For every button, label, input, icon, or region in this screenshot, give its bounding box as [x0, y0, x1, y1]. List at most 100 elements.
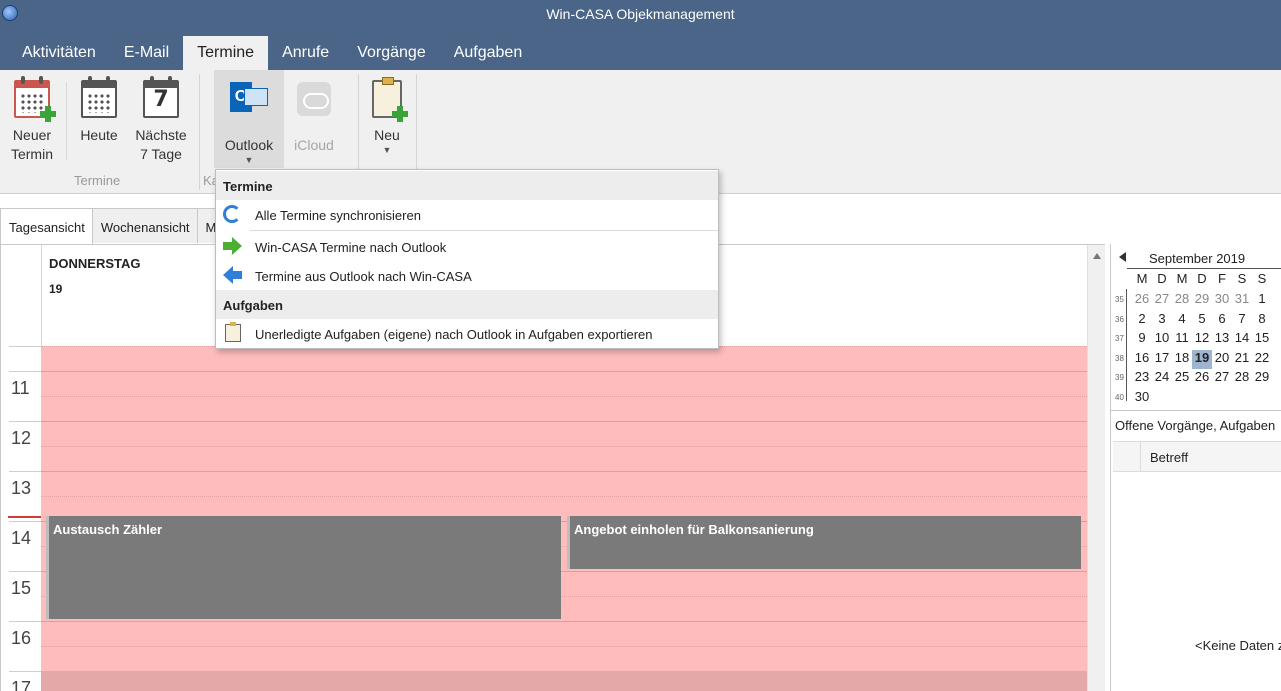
icloud-label: iCloud	[294, 137, 334, 153]
mini-calendar-day[interactable]: 21	[1232, 350, 1252, 369]
hour-divider	[9, 421, 41, 422]
time-column: 11 12 13 14 15 16 17	[1, 346, 41, 691]
group-label-termine: Termine	[74, 173, 121, 188]
mini-calendar-day[interactable]: 2	[1132, 311, 1152, 330]
mini-calendar-day[interactable]: 25	[1172, 369, 1192, 388]
mini-calendar-day[interactable]: 17	[1152, 350, 1172, 369]
mini-calendar-day[interactable]: 23	[1132, 369, 1152, 388]
mini-calendar-day[interactable]: 16	[1132, 350, 1152, 369]
next-7-days-button[interactable]: 7 Nächste 7 Tage	[132, 76, 190, 164]
tab-week-view[interactable]: Wochenansicht	[91, 208, 198, 243]
previous-month-icon[interactable]	[1119, 252, 1126, 262]
mini-calendar-day[interactable]: 29	[1252, 369, 1272, 388]
icloud-icon	[297, 82, 331, 116]
mini-calendar-day[interactable]: 19	[1192, 349, 1212, 369]
calendar-grid-icon	[79, 76, 119, 120]
new-calendar-icon	[12, 76, 56, 122]
time-slots[interactable]: Austausch Zähler Angebot einholen für Ba…	[41, 346, 1087, 691]
mini-calendar-header: September 2019	[1111, 249, 1281, 269]
hour-label: 14	[11, 528, 32, 548]
new-appointment-label: Neuer Termin	[10, 127, 53, 162]
tab-day-view[interactable]: Tagesansicht	[0, 208, 93, 244]
tab-anrufe[interactable]: Anrufe	[268, 36, 343, 70]
mini-calendar-day[interactable]: 24	[1152, 369, 1172, 388]
mini-calendar-day[interactable]: 26	[1192, 369, 1212, 388]
outlook-button[interactable]: O Outlook ▼	[214, 70, 284, 168]
appointment-card[interactable]: Austausch Zähler	[46, 516, 561, 619]
next-7-days-label: Nächste 7 Tage	[135, 127, 187, 162]
today-button[interactable]: Heute	[74, 76, 124, 145]
mini-calendar-day[interactable]: 20	[1212, 350, 1232, 369]
view-tabs: Tagesansicht Wochenansicht M	[0, 208, 227, 244]
menu-divider	[250, 230, 718, 231]
menu-item-sync-all[interactable]: Alle Termine synchronisieren	[216, 201, 718, 228]
window-title: Win-CASA Objekmanagement	[546, 6, 735, 22]
mini-calendar-day[interactable]: 7	[1232, 311, 1252, 330]
mini-calendar-day[interactable]: 1	[1252, 291, 1272, 310]
menu-section-aufgaben: Aufgaben	[216, 290, 718, 319]
mini-calendar-day[interactable]: 18	[1172, 350, 1192, 369]
weekday-label: S	[1257, 271, 1267, 286]
mini-calendar-divider	[1127, 268, 1281, 269]
mini-calendar-day[interactable]: 30	[1132, 389, 1152, 408]
mini-calendar-weekdays: M D M D F S S	[1132, 271, 1272, 286]
mini-calendar-day[interactable]: 5	[1192, 311, 1212, 330]
tab-vorgaenge[interactable]: Vorgänge	[343, 36, 440, 70]
column-header-betreff[interactable]: Betreff	[1150, 450, 1188, 465]
new-appointment-button[interactable]: Neuer Termin	[6, 76, 58, 164]
mini-calendar-day[interactable]: 13	[1212, 330, 1232, 349]
mini-calendar-day[interactable]: 15	[1252, 330, 1272, 349]
tab-aufgaben[interactable]: Aufgaben	[440, 36, 537, 70]
mini-calendar-day[interactable]: 11	[1172, 330, 1192, 349]
weekday-label: M	[1136, 271, 1148, 286]
menu-item-export-tasks[interactable]: Unerledigte Aufgaben (eigene) nach Outlo…	[216, 320, 718, 347]
current-time-indicator	[8, 516, 41, 518]
mini-calendar-day[interactable]: 27	[1212, 369, 1232, 388]
mini-calendar-week-row: 38 16 17 18 19 20 21 22	[1115, 349, 1272, 369]
tab-aktivitaeten[interactable]: Aktivitäten	[8, 36, 110, 70]
title-bar: Win-CASA Objekmanagement Aktivitäten E-M…	[0, 0, 1281, 70]
neu-button[interactable]: Neu ▼	[364, 76, 410, 155]
week-number: 40	[1115, 392, 1124, 402]
tab-termine[interactable]: Termine	[183, 36, 269, 70]
hour-label: 16	[11, 628, 32, 648]
menu-item-to-outlook[interactable]: Win-CASA Termine nach Outlook	[216, 233, 718, 260]
mini-calendar-day[interactable]: 22	[1252, 350, 1272, 369]
mini-calendar-day[interactable]: 12	[1192, 330, 1212, 349]
hour-divider	[9, 471, 41, 472]
mini-calendar-title: September 2019	[1149, 251, 1246, 266]
menu-item-from-outlook[interactable]: Termine aus Outlook nach Win-CASA	[216, 262, 718, 289]
mini-calendar-day[interactable]: 28	[1232, 369, 1252, 388]
mini-calendar-day[interactable]: 14	[1232, 330, 1252, 349]
mini-calendar-day[interactable]: 8	[1252, 311, 1272, 330]
appointment-card[interactable]: Angebot einholen für Balkonsanierung	[567, 516, 1081, 569]
weekday-label: F	[1218, 271, 1226, 286]
mini-calendar-day[interactable]: 10	[1152, 330, 1172, 349]
mini-calendar-day[interactable]: 3	[1152, 311, 1172, 330]
mini-calendar-day[interactable]: 30	[1212, 291, 1232, 310]
mini-calendar-day[interactable]: 28	[1172, 291, 1192, 310]
scroll-up-icon[interactable]	[1093, 253, 1101, 259]
mini-calendar-day[interactable]: 6	[1212, 311, 1232, 330]
day-number: 19	[49, 282, 63, 296]
day-view-scrollbar[interactable]	[1087, 245, 1105, 691]
tab-email[interactable]: E-Mail	[110, 36, 183, 70]
hour-divider	[9, 371, 41, 372]
mini-calendar-day[interactable]: 26	[1132, 291, 1152, 310]
week-number: 39	[1115, 373, 1124, 382]
arrow-right-icon	[223, 237, 243, 255]
hour-divider	[9, 671, 41, 672]
mini-calendar-day[interactable]: 31	[1232, 291, 1252, 310]
mini-calendar-day[interactable]: 27	[1152, 291, 1172, 310]
hour-label: 13	[11, 478, 32, 498]
mini-calendar-day[interactable]: 29	[1192, 291, 1212, 310]
hour-label: 15	[11, 578, 32, 598]
weekday-label: D	[1197, 271, 1207, 286]
column-header-blank[interactable]	[1113, 442, 1141, 471]
hour-divider	[9, 571, 41, 572]
mini-calendar-day[interactable]: 9	[1132, 330, 1152, 349]
chevron-down-icon: ▼	[382, 145, 392, 155]
mini-calendar-day[interactable]: 4	[1172, 311, 1192, 330]
day-name: DONNERSTAG	[49, 256, 141, 271]
mini-calendar-week-row: 35 26 27 28 29 30 31 1	[1115, 291, 1272, 310]
